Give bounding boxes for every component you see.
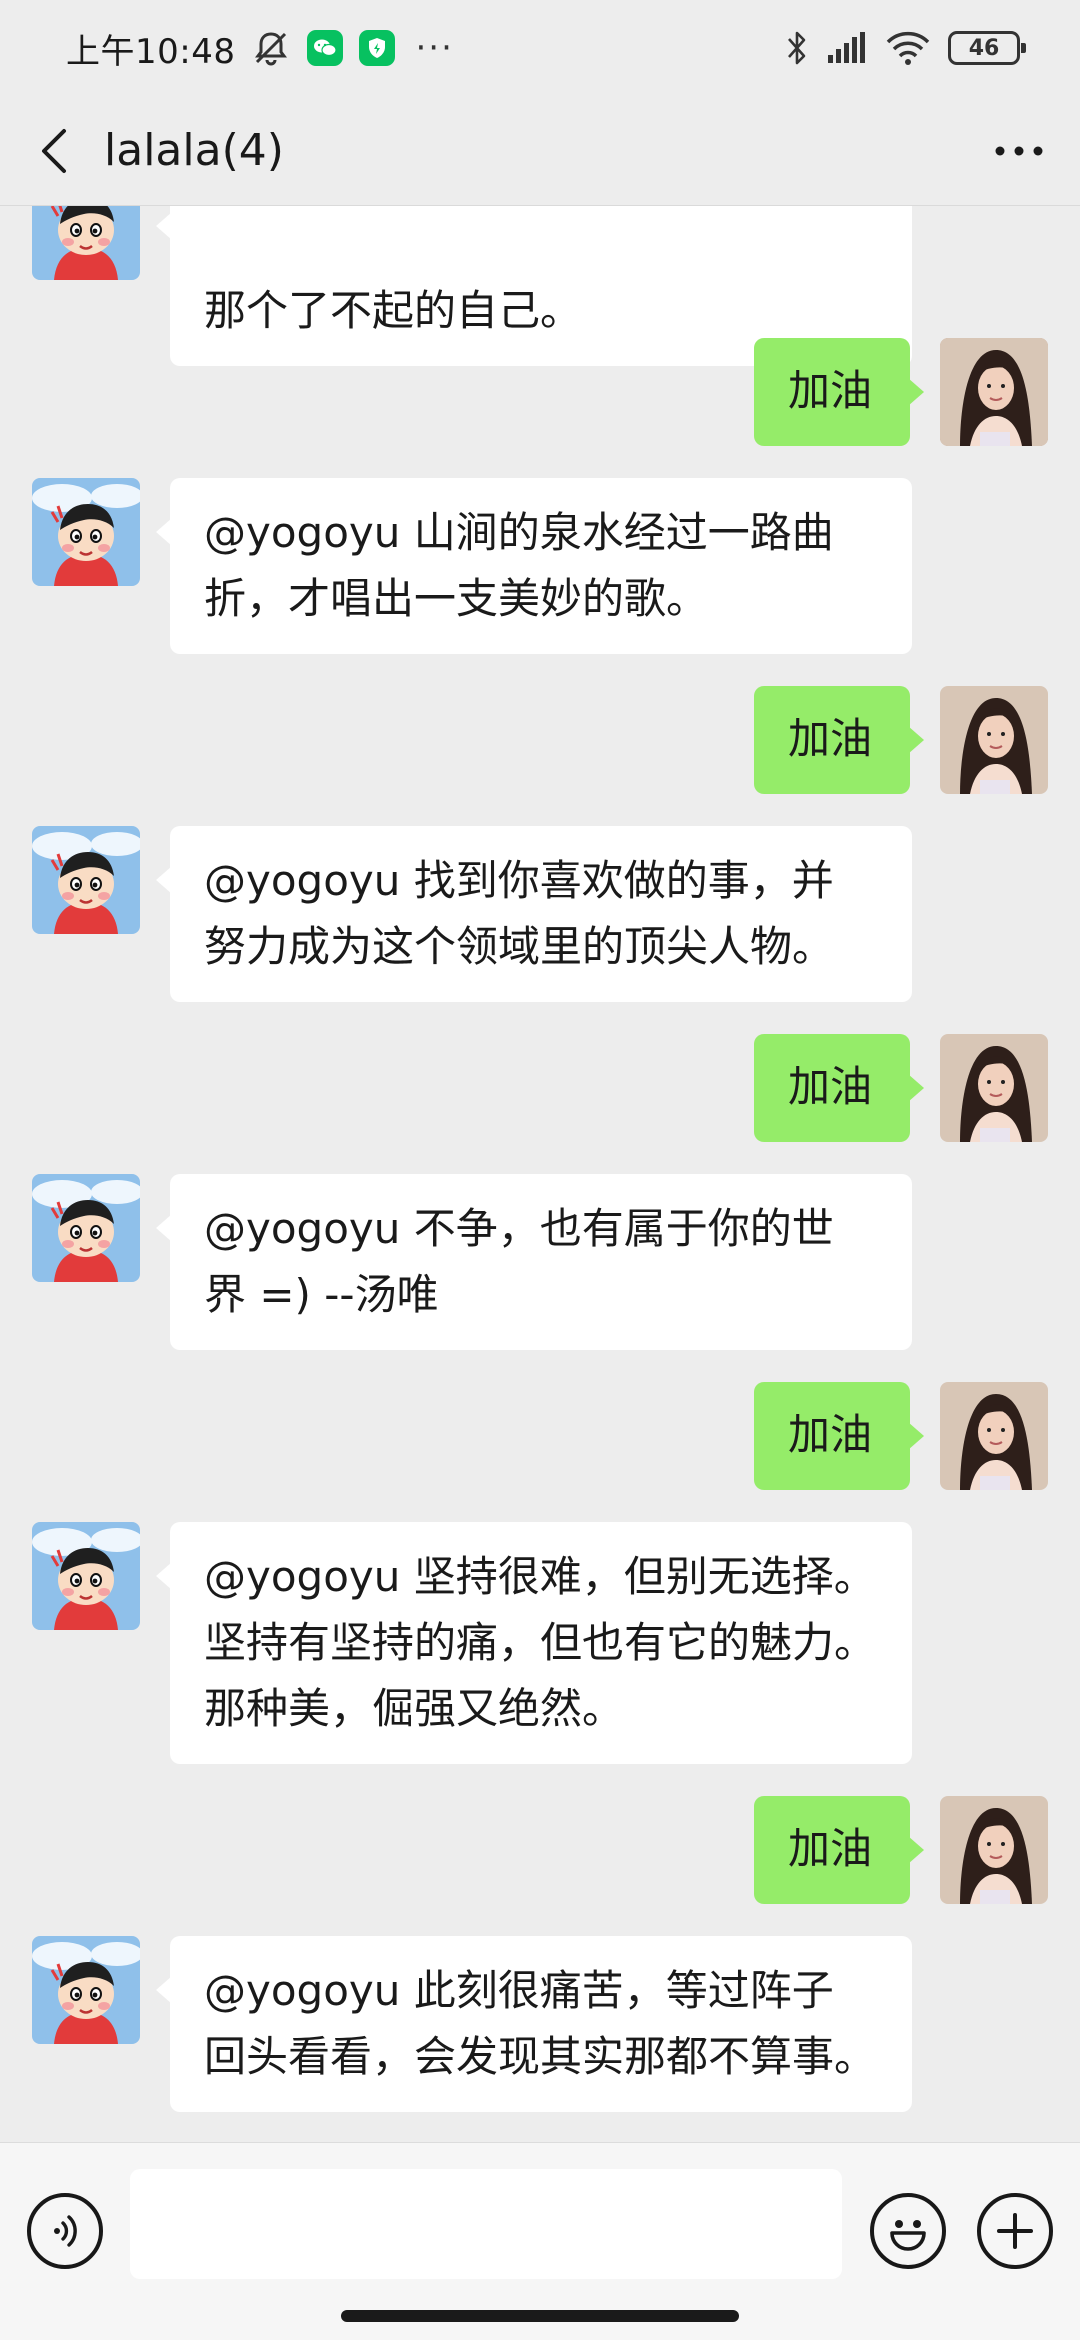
more-options-button[interactable] xyxy=(964,96,1074,206)
plus-icon xyxy=(997,2213,1033,2249)
voice-icon xyxy=(54,2215,77,2247)
chat-header: lalala(4) xyxy=(0,96,1080,206)
home-indicator[interactable] xyxy=(341,2310,739,2322)
message-bubble-incoming[interactable]: @yogoyu 不争，也有属于你的世 界 =) --汤唯 xyxy=(156,1174,912,1350)
message-text: 加油 xyxy=(788,1062,873,1111)
voice-button[interactable] xyxy=(27,2193,103,2269)
avatar-crayon[interactable] xyxy=(32,826,140,934)
message-text-line: @yogoyu 不争，也有属于你的世 xyxy=(204,1204,834,1253)
message-text-line: 坚持有坚持的痛，但也有它的魅力。 xyxy=(204,1618,877,1667)
message-bubble-incoming[interactable]: @yogoyu 山涧的泉水经过一路曲 折，才唱出一支美妙的歌。 xyxy=(156,478,912,654)
avatar-self[interactable] xyxy=(940,1382,1048,1490)
message-bubble-outgoing[interactable]: 加油 xyxy=(754,686,924,794)
battery-icon: 46 xyxy=(948,31,1026,65)
avatar-crayon[interactable] xyxy=(32,206,140,280)
message-cut-line xyxy=(204,212,878,278)
chat-title: lalala(4) xyxy=(104,125,284,176)
status-time: 上午10:48 xyxy=(66,31,236,72)
message-text-line: 界 =) --汤唯 xyxy=(204,1270,439,1319)
message-text-line: 努力成为这个领域里的顶尖人物。 xyxy=(204,922,835,971)
signal-icon xyxy=(826,31,868,65)
message-text-line: @yogoyu 此刻很痛苦，等过阵子 xyxy=(204,1966,834,2015)
emoji-button[interactable] xyxy=(870,2193,946,2269)
message-text: 加油 xyxy=(788,1410,873,1459)
message-text: 加油 xyxy=(788,1824,873,1873)
message-input[interactable] xyxy=(130,2169,842,2279)
message-text: 加油 xyxy=(788,714,873,763)
message-list[interactable]: 那个了不起的自己。 加油 @yogoyu 山涧的泉水经过一路曲 折，才唱出一支美… xyxy=(0,206,1080,2142)
avatar-crayon[interactable] xyxy=(32,1174,140,1282)
chevron-left-icon xyxy=(42,128,66,173)
message-text: 那个了不起的自己。 xyxy=(204,286,583,335)
bluetooth-icon xyxy=(786,29,808,67)
avatar-self[interactable] xyxy=(940,1796,1048,1904)
message-bubble-outgoing[interactable]: 加油 xyxy=(754,1034,924,1142)
status-bar: 上午10:48 ··· 46 xyxy=(0,0,1080,96)
message-bubble-outgoing[interactable]: 加油 xyxy=(754,1382,924,1490)
message-text-line: 那种美，倔强又绝然。 xyxy=(204,1684,625,1733)
wifi-icon xyxy=(886,31,930,65)
message-bubble-incoming[interactable]: @yogoyu 坚持很难，但别无选择。 坚持有坚持的痛，但也有它的魅力。 那种美… xyxy=(156,1522,912,1764)
message-bubble-incoming[interactable]: @yogoyu 此刻很痛苦，等过阵子 回头看看，会发现其实那都不算事。 xyxy=(156,1936,912,2112)
emoji-icon xyxy=(890,2220,926,2251)
chat-screen: 上午10:48 ··· 46 lalala(4) 那个了不起的自己。 加油 @y… xyxy=(0,0,1080,2340)
avatar-self[interactable] xyxy=(940,1034,1048,1142)
avatar-crayon[interactable] xyxy=(32,1936,140,2044)
status-left: 上午10:48 ··· xyxy=(66,24,454,73)
message-text-line: @yogoyu 找到你喜欢做的事，并 xyxy=(204,856,834,905)
message-text: 加油 xyxy=(788,366,873,415)
avatar-crayon[interactable] xyxy=(32,478,140,586)
message-bubble-outgoing[interactable]: 加油 xyxy=(754,1796,924,1904)
message-bubble-incoming[interactable]: @yogoyu 找到你喜欢做的事，并 努力成为这个领域里的顶尖人物。 xyxy=(156,826,912,1002)
message-text-line: @yogoyu 山涧的泉水经过一路曲 xyxy=(204,508,834,557)
wechat-icon xyxy=(307,30,344,66)
message-bubble-outgoing[interactable]: 加油 xyxy=(754,338,924,446)
more-notifications-icon: ··· xyxy=(415,28,454,68)
avatar-self[interactable] xyxy=(940,338,1048,446)
avatar-crayon[interactable] xyxy=(32,1522,140,1630)
shield-icon xyxy=(359,30,396,66)
message-text-line: @yogoyu 坚持很难，但别无选择。 xyxy=(204,1552,876,1601)
status-right: 46 xyxy=(786,29,1026,67)
mute-icon xyxy=(251,28,291,68)
message-text-line: 折，才唱出一支美妙的歌。 xyxy=(204,574,709,623)
message-text-line: 回头看看，会发现其实那都不算事。 xyxy=(204,2032,877,2081)
more-functions-button[interactable] xyxy=(977,2193,1053,2269)
more-icon xyxy=(995,146,1043,155)
back-button[interactable] xyxy=(4,96,104,206)
avatar-self[interactable] xyxy=(940,686,1048,794)
